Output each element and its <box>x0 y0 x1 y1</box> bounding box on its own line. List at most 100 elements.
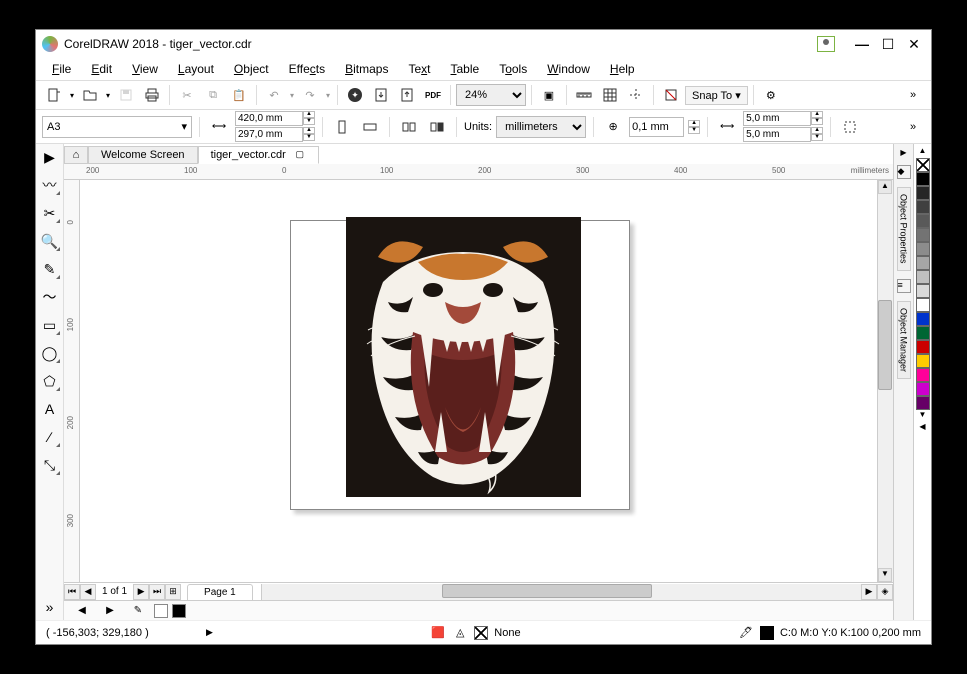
menu-view[interactable]: View <box>124 60 166 78</box>
all-pages-button[interactable] <box>397 115 421 139</box>
hint-prev-button[interactable]: ◀ <box>70 599 94 621</box>
height-down[interactable]: ▼ <box>303 134 315 141</box>
fullscreen-button[interactable]: ▣ <box>537 83 561 107</box>
units-select[interactable]: millimeters <box>496 116 586 138</box>
coords-expand-icon[interactable]: ▶ <box>206 627 213 638</box>
current-page-button[interactable] <box>425 115 449 139</box>
print-button[interactable] <box>140 83 164 107</box>
menu-window[interactable]: Window <box>539 60 598 78</box>
color-swatch[interactable] <box>916 214 930 228</box>
palette-up-button[interactable]: ▲ <box>916 146 930 158</box>
color-swatch[interactable] <box>916 242 930 256</box>
dup-y-input[interactable] <box>743 127 811 142</box>
ellipse-tool[interactable]: ◯ <box>39 342 61 364</box>
width-up[interactable]: ▲ <box>303 111 315 118</box>
search-content-button[interactable]: ✦ <box>343 83 367 107</box>
propbar-overflow-button[interactable]: » <box>901 115 925 139</box>
fill-none-swatch[interactable] <box>474 626 488 640</box>
menu-layout[interactable]: Layout <box>170 60 222 78</box>
scroll-right-button[interactable]: ▶ <box>861 584 877 600</box>
swatch-none[interactable] <box>916 158 930 172</box>
docker-object-manager[interactable]: Object Manager <box>897 301 911 379</box>
scroll-h-thumb[interactable] <box>442 584 652 598</box>
color-swatch[interactable] <box>916 340 930 354</box>
minimize-button[interactable]: — <box>851 35 873 53</box>
color-swatch[interactable] <box>916 354 930 368</box>
open-dropdown[interactable]: ▾ <box>104 91 112 100</box>
freehand-tool[interactable]: ✎ <box>39 258 61 280</box>
scrollbar-horizontal[interactable] <box>261 584 861 600</box>
shape-tool[interactable]: 〰 <box>39 174 61 196</box>
undo-dropdown[interactable]: ▾ <box>288 91 296 100</box>
outline-color-swatch[interactable] <box>760 626 774 640</box>
show-grid-button[interactable] <box>598 83 622 107</box>
redo-dropdown[interactable]: ▾ <box>324 91 332 100</box>
object-properties-icon[interactable]: ◆ <box>897 165 911 179</box>
new-button[interactable] <box>42 83 66 107</box>
toolbox-overflow-button[interactable]: » <box>39 596 61 618</box>
color-swatch[interactable] <box>916 200 930 214</box>
palette-flyout-button[interactable]: ◀ <box>916 422 930 434</box>
show-guidelines-button[interactable] <box>624 83 648 107</box>
new-dropdown[interactable]: ▾ <box>68 91 76 100</box>
color-swatch[interactable] <box>916 368 930 382</box>
page-size-select[interactable]: A3▾ <box>42 116 192 138</box>
artistic-media-tool[interactable]: 〜 <box>39 286 61 308</box>
tab-close-icon[interactable]: ▢ <box>294 149 306 161</box>
account-icon[interactable] <box>817 36 835 52</box>
snap-off-button[interactable] <box>659 83 683 107</box>
dimension-tool[interactable]: ∕ <box>39 426 61 448</box>
add-page-button[interactable]: ⊞ <box>165 584 181 600</box>
scroll-down-button[interactable]: ▼ <box>878 568 892 582</box>
home-tab-icon[interactable]: ⌂ <box>64 146 88 164</box>
eyedropper-icon[interactable]: ✎ <box>126 599 150 621</box>
navigator-button[interactable]: ◈ <box>877 584 893 600</box>
color-swatch[interactable] <box>916 186 930 200</box>
import-button[interactable] <box>369 83 393 107</box>
tiger-artwork[interactable] <box>346 217 581 497</box>
palette-down-button[interactable]: ▼ <box>916 410 930 422</box>
zoom-select[interactable]: 24% <box>456 84 526 106</box>
color-swatch[interactable] <box>916 172 930 186</box>
object-manager-icon[interactable]: ≡ <box>897 279 911 293</box>
color-swatch[interactable] <box>916 312 930 326</box>
color-swatch[interactable] <box>916 256 930 270</box>
dup-x-input[interactable] <box>743 111 811 126</box>
redo-button[interactable]: ↷ <box>298 83 322 107</box>
crop-tool[interactable]: ✂ <box>39 202 61 224</box>
treat-as-filled-button[interactable] <box>838 115 862 139</box>
copy-button[interactable]: ⧉ <box>201 83 225 107</box>
fill-swatch[interactable] <box>154 604 168 618</box>
zoom-tool[interactable]: 🔍 <box>39 230 61 252</box>
color-swatch[interactable] <box>916 326 930 340</box>
open-button[interactable] <box>78 83 102 107</box>
menu-edit[interactable]: Edit <box>83 60 120 78</box>
menu-object[interactable]: Object <box>226 60 277 78</box>
polygon-tool[interactable]: ⬠ <box>39 370 61 392</box>
connector-tool[interactable]: ⤡ <box>39 454 61 476</box>
drawing-viewport[interactable] <box>80 180 877 582</box>
nudge-input[interactable] <box>629 117 684 137</box>
ruler-vertical[interactable]: 0 100 200 300 <box>64 180 80 582</box>
prev-page-button[interactable]: ◀ <box>80 584 96 600</box>
toolbar-overflow-button[interactable]: » <box>901 83 925 107</box>
next-page-button[interactable]: ▶ <box>133 584 149 600</box>
docker-expand-icon[interactable]: ▶ <box>900 148 906 157</box>
hint-next-button[interactable]: ▶ <box>98 599 122 621</box>
menu-tools[interactable]: Tools <box>491 60 535 78</box>
save-button[interactable] <box>114 83 138 107</box>
menu-text[interactable]: Text <box>400 60 438 78</box>
close-button[interactable]: ✕ <box>903 35 925 53</box>
menu-effects[interactable]: Effects <box>281 60 333 78</box>
tab-document[interactable]: tiger_vector.cdr▢ <box>198 146 319 164</box>
color-swatch[interactable] <box>916 284 930 298</box>
page-width-input[interactable] <box>235 111 303 126</box>
maximize-button[interactable]: ☐ <box>877 35 899 53</box>
scrollbar-vertical[interactable]: ▲ ▼ <box>877 180 893 582</box>
color-proof-icon[interactable]: 🟥 <box>430 625 446 641</box>
snap-to-button[interactable]: Snap To ▾ <box>685 86 748 105</box>
first-page-button[interactable]: ⏮ <box>64 584 80 600</box>
portrait-button[interactable] <box>330 115 354 139</box>
scroll-v-thumb[interactable] <box>878 300 892 390</box>
outline-swatch[interactable] <box>172 604 186 618</box>
